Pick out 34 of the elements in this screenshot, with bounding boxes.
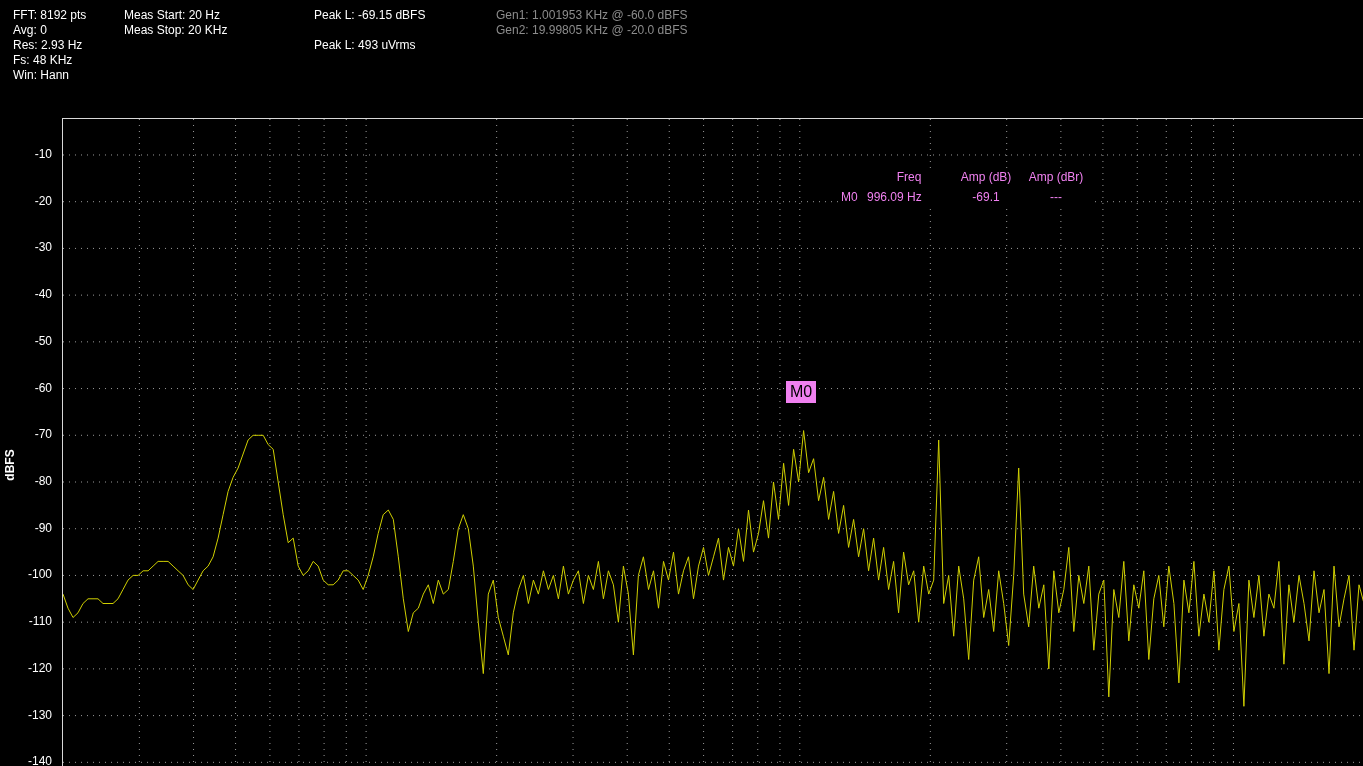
tick-label: -60 — [34, 380, 52, 395]
tick-label: -120 — [27, 660, 52, 675]
peak-reading: Peak L: -69.15 dBFS — [314, 8, 426, 23]
marker-name: M0 — [841, 190, 859, 204]
tick-label: -30 — [34, 240, 52, 255]
tick-label: -20 — [34, 193, 52, 208]
column-header: Freq — [895, 170, 923, 184]
tick-label: -100 — [27, 567, 52, 582]
tick-label: -110 — [28, 614, 52, 629]
setting-text: Avg: 0 — [13, 23, 47, 38]
table-cell-text: --- — [1049, 190, 1063, 204]
setting-text: Fs: 48 KHz — [13, 53, 73, 68]
table-cell-text: -69.1 — [971, 190, 1001, 204]
generator-text: Gen2: 19.99805 KHz @ -20.0 dBFS — [496, 23, 688, 38]
setting-text: Win: Hann — [13, 68, 70, 83]
tick-label: -80 — [34, 474, 52, 488]
setting-text: FFT: 8192 pts — [13, 8, 87, 23]
tick-label: -130 — [27, 707, 52, 722]
tick-label: -10 — [34, 146, 52, 161]
marker-label: M0 — [786, 381, 817, 403]
tick-label: -50 — [34, 333, 52, 348]
column-header: Amp (dBr) — [1027, 170, 1085, 184]
range-text: Meas Start: 20 Hz — [124, 8, 221, 23]
tick-label: -40 — [34, 287, 52, 302]
tick-label: -70 — [34, 427, 52, 442]
tick-label: -90 — [34, 520, 52, 535]
table-cell-text: 996.09 Hz — [867, 190, 923, 204]
generator-text: Gen1: 1.001953 KHz @ -60.0 dBFS — [496, 8, 688, 23]
peak-reading: Peak L: 493 uVrms — [314, 38, 416, 53]
range-text: Meas Stop: 20 KHz — [124, 23, 228, 38]
axis-label: dBFS — [2, 449, 17, 481]
setting-text: Res: 2.93 Hz — [13, 38, 83, 53]
column-header: Amp (dB) — [959, 170, 1013, 184]
tick-label: -140 — [27, 754, 52, 766]
